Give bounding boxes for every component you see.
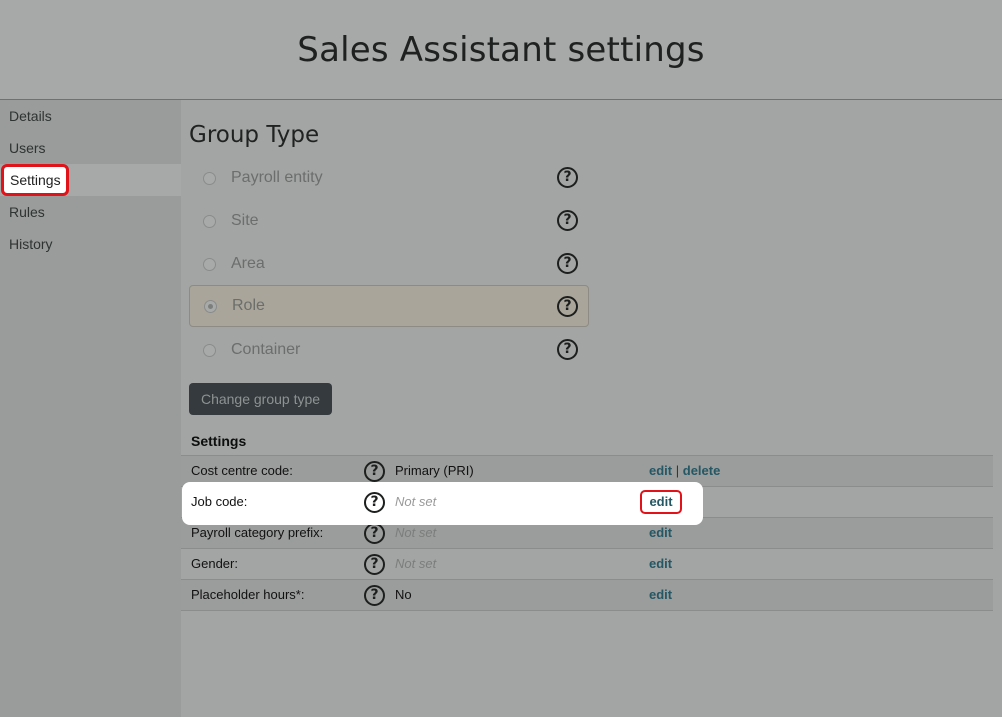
setting-value: No: [395, 587, 412, 602]
option-label: Payroll entity: [231, 169, 323, 186]
setting-actions: edit | delete: [649, 463, 720, 478]
edit-link[interactable]: edit: [649, 463, 672, 478]
settings-row-job-code: Job code: ? Not set edit: [184, 484, 701, 523]
radio-role[interactable]: [204, 299, 217, 313]
help-icon[interactable]: ?: [364, 461, 385, 482]
edit-link[interactable]: edit: [649, 556, 672, 571]
option-label: Role: [232, 297, 265, 314]
help-icon[interactable]: ?: [557, 339, 578, 360]
radio-payroll-entity[interactable]: [203, 171, 216, 185]
action-separator: |: [675, 463, 680, 478]
setting-label: Job code:: [191, 494, 248, 509]
change-group-type-button[interactable]: Change group type: [189, 383, 332, 415]
edit-link[interactable]: edit: [649, 587, 672, 602]
edit-link[interactable]: edit: [640, 490, 682, 514]
setting-value: Not set: [395, 556, 437, 571]
settings-row-gender: Gender: ? Not set edit: [181, 548, 993, 579]
setting-label: Payroll category prefix:: [191, 525, 324, 540]
sidebar-item-details[interactable]: Details: [0, 100, 181, 132]
help-icon[interactable]: ?: [557, 296, 578, 317]
help-icon[interactable]: ?: [557, 210, 578, 231]
help-icon[interactable]: ?: [557, 253, 578, 274]
setting-value: Not set: [395, 494, 437, 509]
help-icon[interactable]: ?: [364, 554, 385, 575]
settings-row-placeholder-hours: Placeholder hours*: ? No edit: [181, 579, 993, 610]
setting-label: Cost centre code:: [191, 463, 293, 478]
help-icon[interactable]: ?: [364, 523, 385, 544]
group-type-option-area[interactable]: Area ?: [189, 243, 589, 285]
help-icon[interactable]: ?: [364, 492, 385, 513]
edit-link[interactable]: edit: [649, 525, 672, 540]
settings-title: Settings: [191, 433, 247, 449]
setting-value: Not set: [395, 525, 437, 540]
group-type-option-role[interactable]: Role ?: [189, 285, 589, 327]
sidebar-item-rules[interactable]: Rules: [0, 196, 181, 228]
radio-container[interactable]: [203, 343, 216, 357]
group-type-option-payroll-entity[interactable]: Payroll entity ?: [189, 157, 589, 199]
setting-label: Gender:: [191, 556, 238, 571]
radio-site[interactable]: [203, 214, 216, 228]
sidebar-item-settings[interactable]: Settings: [1, 164, 69, 196]
delete-link[interactable]: delete: [683, 463, 721, 478]
table-divider: [181, 610, 993, 611]
sidebar-item-history[interactable]: History: [0, 228, 181, 260]
sidebar-item-users[interactable]: Users: [0, 132, 181, 164]
group-type-option-site[interactable]: Site ?: [189, 200, 589, 242]
help-icon[interactable]: ?: [557, 167, 578, 188]
option-label: Container: [231, 341, 301, 358]
help-icon[interactable]: ?: [364, 585, 385, 606]
setting-label: Placeholder hours*:: [191, 587, 305, 602]
option-label: Site: [231, 212, 259, 229]
page-header: Sales Assistant settings: [0, 0, 1002, 100]
option-label: Area: [231, 255, 265, 272]
group-type-title: Group Type: [189, 122, 320, 148]
setting-value: Primary (PRI): [395, 463, 474, 478]
radio-area[interactable]: [203, 257, 216, 271]
group-type-option-container[interactable]: Container ?: [189, 329, 589, 371]
page-title: Sales Assistant settings: [297, 29, 705, 70]
settings-row-cost-centre: Cost centre code: ? Primary (PRI) edit |…: [181, 455, 993, 486]
